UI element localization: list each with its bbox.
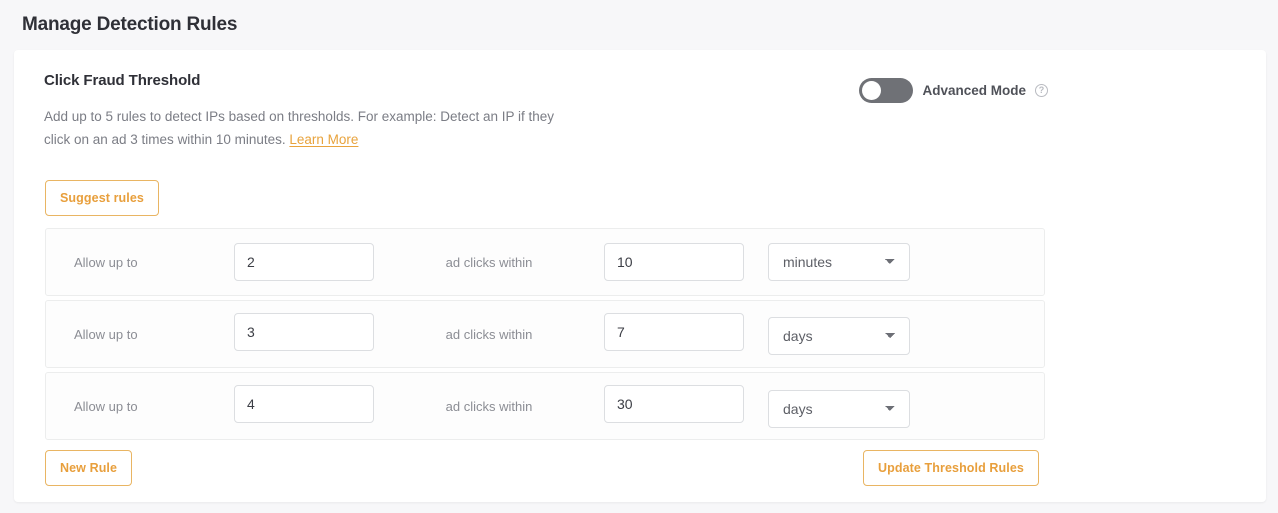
suggest-rules-button[interactable]: Suggest rules xyxy=(45,180,159,216)
update-threshold-rules-button[interactable]: Update Threshold Rules xyxy=(863,450,1039,486)
rule-mid-label: ad clicks within xyxy=(374,327,604,342)
allowed-clicks-input[interactable] xyxy=(234,385,374,423)
rule-row: Allow up to ad clicks within days xyxy=(45,300,1045,368)
duration-unit-select[interactable]: minutes xyxy=(768,243,910,281)
rule-prefix-label: Allow up to xyxy=(74,255,234,270)
toggle-knob xyxy=(862,81,881,100)
allowed-clicks-input[interactable] xyxy=(234,313,374,351)
duration-input[interactable] xyxy=(604,385,744,423)
card-title: Click Fraud Threshold xyxy=(44,72,1236,89)
rule-row: Allow up to ad clicks within days xyxy=(45,372,1045,440)
rules-list: Allow up to ad clicks within minutes All… xyxy=(45,228,1045,444)
rule-mid-label: ad clicks within xyxy=(374,255,604,270)
duration-unit-select[interactable]: days xyxy=(768,317,910,355)
rule-row: Allow up to ad clicks within minutes xyxy=(45,228,1045,296)
duration-input[interactable] xyxy=(604,313,744,351)
duration-unit-select[interactable]: days xyxy=(768,390,910,428)
duration-input[interactable] xyxy=(604,243,744,281)
new-rule-button[interactable]: New Rule xyxy=(45,450,132,486)
advanced-mode-toggle[interactable] xyxy=(859,78,913,103)
description-line-1: Add up to 5 rules to detect IPs based on… xyxy=(44,109,479,124)
rule-prefix-label: Allow up to xyxy=(74,327,234,342)
card-description: Add up to 5 rules to detect IPs based on… xyxy=(44,105,564,151)
detection-rules-card: Click Fraud Threshold Add up to 5 rules … xyxy=(14,50,1266,502)
rule-prefix-label: Allow up to xyxy=(74,399,234,414)
learn-more-link[interactable]: Learn More xyxy=(289,132,358,147)
page-title: Manage Detection Rules xyxy=(22,14,237,36)
question-circle-icon[interactable]: ? xyxy=(1035,84,1048,97)
advanced-mode-label: Advanced Mode xyxy=(922,83,1026,98)
rule-mid-label: ad clicks within xyxy=(374,399,604,414)
allowed-clicks-input[interactable] xyxy=(234,243,374,281)
advanced-mode-group: Advanced Mode ? xyxy=(859,78,1048,103)
